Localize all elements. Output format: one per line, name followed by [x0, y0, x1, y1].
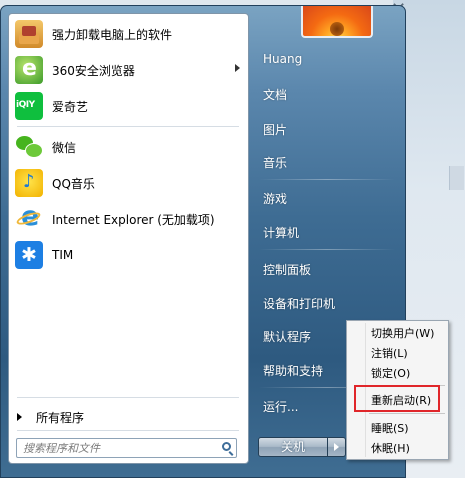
- right-divider: [259, 249, 395, 250]
- submenu-divider: [369, 413, 445, 414]
- program-label: 360安全浏览器: [52, 63, 135, 78]
- uninstall-box-icon: [15, 20, 43, 48]
- flower-avatar-icon[interactable]: [301, 6, 373, 38]
- search-icon[interactable]: [222, 442, 231, 451]
- program-item-360-browser[interactable]: 360安全浏览器: [11, 53, 246, 87]
- right-item-pictures[interactable]: 图片: [263, 121, 287, 138]
- program-label: 强力卸载电脑上的软件: [52, 27, 173, 42]
- search-input[interactable]: [23, 441, 213, 455]
- program-label: 爱奇艺: [52, 99, 89, 114]
- submenu-item-hibernate[interactable]: 休眠(H): [371, 440, 410, 456]
- right-item-control-panel[interactable]: 控制面板: [263, 261, 311, 278]
- right-item-run[interactable]: 运行...: [263, 398, 298, 415]
- qq-music-icon: [15, 169, 43, 197]
- submenu-item-switch-user[interactable]: 切换用户(W): [371, 325, 434, 341]
- program-label: QQ音乐: [52, 176, 95, 191]
- program-item-tim[interactable]: TIM: [11, 238, 246, 272]
- submenu-item-sleep[interactable]: 睡眠(S): [371, 420, 409, 436]
- program-item-qq-music[interactable]: QQ音乐: [11, 166, 246, 200]
- all-programs-label: 所有程序: [36, 410, 85, 425]
- restart-highlight-box: [354, 385, 440, 412]
- shutdown-options-button[interactable]: [328, 437, 346, 457]
- search-divider: [17, 430, 239, 431]
- tim-icon: [15, 241, 43, 269]
- program-item-iqiyi[interactable]: 爱奇艺: [11, 89, 246, 123]
- shutdown-button[interactable]: 关机: [258, 437, 328, 457]
- right-item-games[interactable]: 游戏: [263, 190, 287, 207]
- triangle-right-icon: [17, 413, 22, 421]
- right-item-music[interactable]: 音乐: [263, 154, 287, 171]
- program-item-internet-explorer[interactable]: Internet Explorer (无加载项): [11, 202, 246, 236]
- wechat-icon: [15, 133, 43, 161]
- submenu-item-log-off[interactable]: 注销(L): [371, 345, 408, 361]
- right-item-documents[interactable]: 文档: [263, 86, 287, 103]
- 360-browser-icon: [15, 56, 43, 84]
- submenu-item-lock[interactable]: 锁定(O): [371, 365, 410, 381]
- all-programs-button[interactable]: 所有程序: [17, 407, 84, 427]
- iqiyi-icon: [15, 92, 43, 120]
- program-item-uninstaller[interactable]: 强力卸载电脑上的软件: [11, 17, 246, 51]
- all-programs-divider: [17, 397, 239, 398]
- right-item-devices-printers[interactable]: 设备和打印机: [263, 295, 335, 312]
- program-label: Internet Explorer (无加载项): [52, 212, 215, 227]
- program-item-wechat[interactable]: 微信: [11, 130, 246, 164]
- programs-pane: 强力卸载电脑上的软件 360安全浏览器 爱奇艺 微信 QQ音乐 Internet…: [8, 13, 249, 464]
- right-item-user[interactable]: Huang: [263, 52, 302, 66]
- right-item-default-programs[interactable]: 默认程序: [263, 328, 311, 345]
- right-item-computer[interactable]: 计算机: [263, 224, 299, 241]
- program-label: 微信: [52, 140, 77, 155]
- chevron-right-icon: [235, 64, 240, 72]
- right-item-help-support[interactable]: 帮助和支持: [263, 362, 323, 379]
- search-box[interactable]: [16, 438, 237, 458]
- background-window-edge: [449, 166, 464, 190]
- pinned-divider: [17, 126, 239, 127]
- program-label: TIM: [52, 248, 74, 262]
- right-divider: [259, 179, 395, 180]
- internet-explorer-icon: [15, 203, 43, 233]
